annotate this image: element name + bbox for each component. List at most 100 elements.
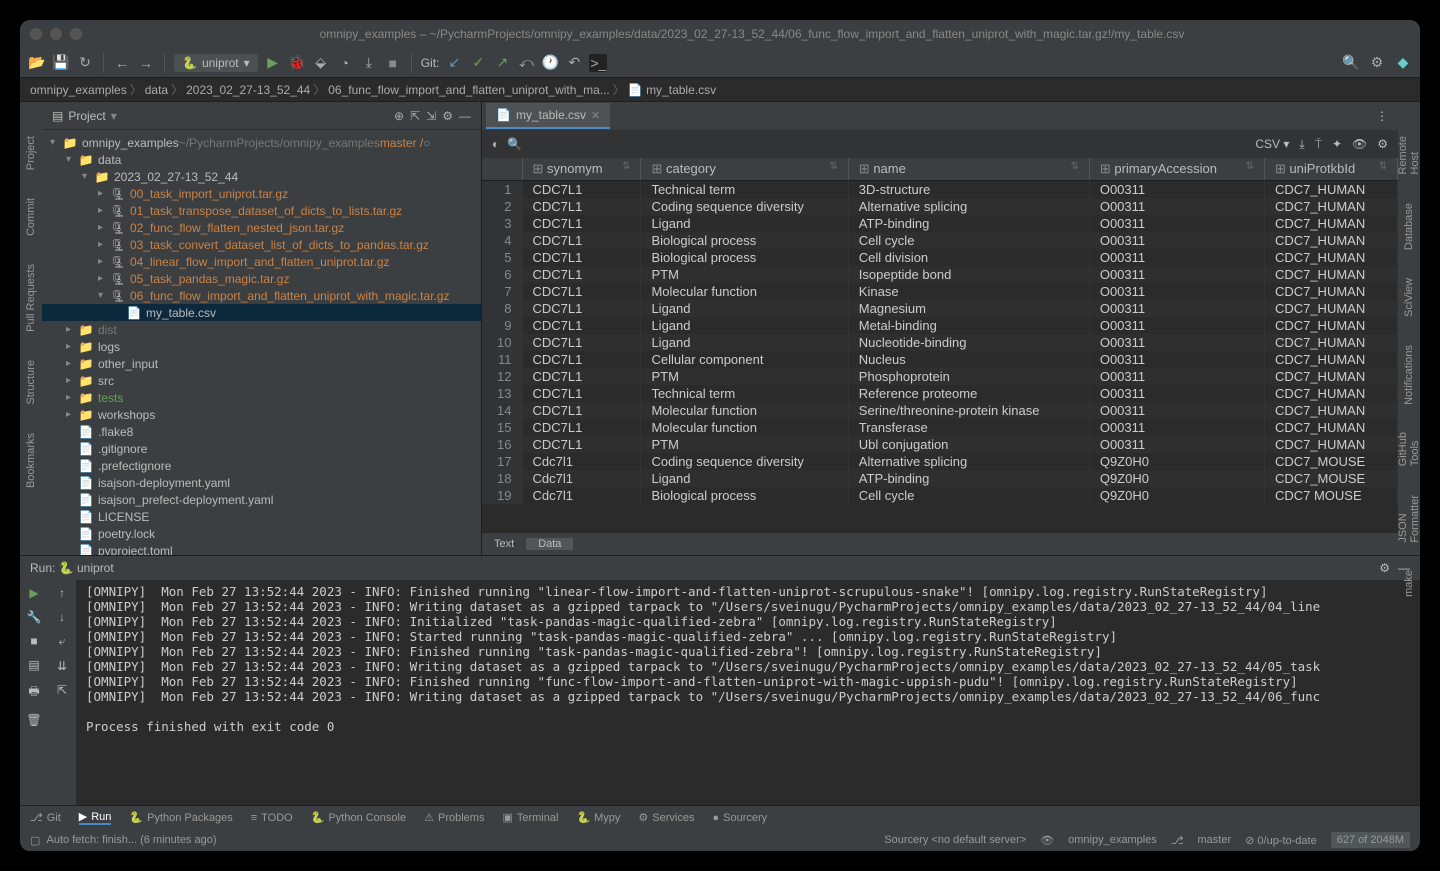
bottom-tab-terminal[interactable]: ▣Terminal bbox=[502, 811, 558, 824]
run-config-selector[interactable]: 🐍 uniprot ▾ bbox=[174, 54, 258, 72]
tree-item[interactable]: 📄.gitignore bbox=[42, 440, 481, 457]
debug-icon[interactable]: 🐞 bbox=[288, 54, 306, 72]
tree-item[interactable]: 📄.prefectignore bbox=[42, 457, 481, 474]
table-row[interactable]: 16CDC7L1PTMUbl conjugationO00311CDC7_HUM… bbox=[482, 436, 1398, 453]
table-row[interactable]: 12CDC7L1PTMPhosphoproteinO00311CDC7_HUMA… bbox=[482, 368, 1398, 385]
tree-item[interactable]: 📄LICENSE bbox=[42, 508, 481, 525]
open-icon[interactable]: 📂 bbox=[28, 54, 46, 72]
tree-item[interactable]: ▾📁2023_02_27-13_52_44 bbox=[42, 168, 481, 185]
tool-commit[interactable]: Commit bbox=[25, 194, 37, 240]
print-icon[interactable]: 🖶 bbox=[28, 682, 39, 703]
table-row[interactable]: 3CDC7L1LigandATP-bindingO00311CDC7_HUMAN bbox=[482, 215, 1398, 232]
table-row[interactable]: 6CDC7L1PTMIsopeptide bondO00311CDC7_HUMA… bbox=[482, 266, 1398, 283]
tool-make[interactable]: make bbox=[1403, 566, 1415, 601]
toolbox-icon[interactable]: ◆ bbox=[1394, 54, 1412, 72]
table-row[interactable]: 9CDC7L1LigandMetal-bindingO00311CDC7_HUM… bbox=[482, 317, 1398, 334]
git-clock-icon[interactable]: 🕐 bbox=[541, 54, 559, 72]
bottom-tab-sourcery[interactable]: ●Sourcery bbox=[712, 812, 767, 824]
breadcrumb-item[interactable]: 06_func_flow_import_and_flatten_uniprot_… bbox=[328, 83, 610, 97]
bottom-tab-run[interactable]: ▶Run bbox=[79, 810, 112, 825]
tool-window-icon[interactable]: ▢ bbox=[30, 834, 40, 847]
bottom-tab-services[interactable]: ⚙Services bbox=[638, 811, 694, 824]
console-output[interactable]: [OMNIPY] Mon Feb 27 13:52:44 2023 - INFO… bbox=[76, 580, 1420, 805]
download-icon[interactable]: ⤓ bbox=[1299, 137, 1304, 152]
table-row[interactable]: 1CDC7L1Technical term3D-structureO00311C… bbox=[482, 181, 1398, 199]
wrap-icon[interactable]: ⤶ bbox=[59, 634, 66, 649]
bottom-tab-problems[interactable]: ⚠Problems bbox=[424, 811, 484, 824]
tree-item[interactable]: 📄my_table.csv bbox=[42, 304, 481, 321]
status-project[interactable]: omnipy_examples bbox=[1068, 834, 1157, 846]
run-icon[interactable]: ▶ bbox=[264, 54, 282, 72]
tree-item[interactable]: ▾📁data bbox=[42, 151, 481, 168]
rerun-icon[interactable]: ▶ bbox=[29, 586, 38, 600]
status-memory[interactable]: 627 of 2048M bbox=[1331, 832, 1410, 848]
tree-item[interactable]: ▸🗜01_task_transpose_dataset_of_dicts_to_… bbox=[42, 202, 481, 219]
table-row[interactable]: 15CDC7L1Molecular functionTransferaseO00… bbox=[482, 419, 1398, 436]
breadcrumb-item[interactable]: 📄 my_table.csv bbox=[628, 83, 716, 97]
git-update-icon[interactable]: ↙ bbox=[445, 54, 463, 72]
hide-icon[interactable]: — bbox=[459, 109, 471, 123]
tree-item[interactable]: ▸🗜05_task_pandas_magic.tar.gz bbox=[42, 270, 481, 287]
terminal-icon[interactable]: >_ bbox=[589, 54, 607, 72]
tree-item[interactable]: 📄poetry.lock bbox=[42, 525, 481, 542]
bottom-tab-python-console[interactable]: 🐍Python Console bbox=[311, 811, 406, 824]
status-uptodate[interactable]: ⊘ 0/up-to-date bbox=[1245, 834, 1317, 847]
stop-icon[interactable]: ■ bbox=[30, 634, 37, 648]
csv-format-label[interactable]: CSV ▾ bbox=[1255, 137, 1289, 151]
scroll-icon[interactable]: ⇊ bbox=[57, 659, 67, 673]
stop-icon[interactable]: ■ bbox=[384, 54, 402, 72]
bottom-tab-git[interactable]: ⎇Git bbox=[30, 811, 61, 824]
gear-icon[interactable]: ⚙ bbox=[1377, 137, 1388, 151]
breadcrumb-item[interactable]: 2023_02_27-13_52_44 bbox=[186, 83, 310, 97]
table-row[interactable]: 13CDC7L1Technical termReference proteome… bbox=[482, 385, 1398, 402]
tree-item[interactable]: 📄pyproject.toml bbox=[42, 542, 481, 555]
bottom-tab-python-packages[interactable]: 🐍Python Packages bbox=[129, 811, 232, 824]
tool-notifications[interactable]: Notifications bbox=[1403, 341, 1415, 409]
forward-icon[interactable]: → bbox=[137, 54, 155, 72]
column-category[interactable]: ⊞ category⇅ bbox=[641, 158, 848, 181]
export-icon[interactable]: ⇱ bbox=[57, 683, 67, 697]
save-icon[interactable]: 💾 bbox=[52, 54, 70, 72]
git-push-icon[interactable]: ↗ bbox=[493, 54, 511, 72]
tree-item[interactable]: ▸📁other_input bbox=[42, 355, 481, 372]
coverage-icon[interactable]: ⬙ bbox=[312, 54, 330, 72]
editor-menu-icon[interactable]: ⋮ bbox=[1376, 109, 1398, 123]
tree-item[interactable]: ▸🗜00_task_import_uniprot.tar.gz bbox=[42, 185, 481, 202]
bottom-tab-mypy[interactable]: 🐍Mypy bbox=[576, 811, 620, 824]
sync-icon[interactable]: ↻ bbox=[76, 54, 94, 72]
search-icon[interactable]: 🔍 bbox=[1342, 54, 1360, 72]
breadcrumb-item[interactable]: omnipy_examples bbox=[30, 83, 127, 97]
tree-item[interactable]: ▾📁omnipy_examples ~/PycharmProjects/omni… bbox=[42, 134, 481, 151]
locate-icon[interactable]: ⊕ bbox=[394, 109, 404, 123]
tool-database[interactable]: Database bbox=[1403, 199, 1415, 254]
tool-json-formatter[interactable]: JSON Formatter bbox=[1397, 491, 1420, 547]
filter-icon[interactable]: ⍑ bbox=[1315, 137, 1322, 152]
git-rollback-icon[interactable]: ↶ bbox=[565, 54, 583, 72]
tool-structure[interactable]: Structure bbox=[25, 356, 37, 409]
tree-item[interactable]: ▸📁src bbox=[42, 372, 481, 389]
tree-item[interactable]: ▸🗜02_func_flow_flatten_nested_json.tar.g… bbox=[42, 219, 481, 236]
tool-project[interactable]: Project bbox=[25, 132, 37, 174]
tree-item[interactable]: ▸🗜04_linear_flow_import_and_flatten_unip… bbox=[42, 253, 481, 270]
git-commit-icon[interactable]: ✓ bbox=[469, 54, 487, 72]
tree-item[interactable]: ▸📁dist bbox=[42, 321, 481, 338]
table-row[interactable]: 10CDC7L1LigandNucleotide-bindingO00311CD… bbox=[482, 334, 1398, 351]
tab-my-table[interactable]: 📄 my_table.csv ✕ bbox=[486, 103, 610, 129]
sparkle-icon[interactable]: ✦ bbox=[1332, 137, 1342, 151]
eye-icon[interactable]: 👁 bbox=[1352, 137, 1367, 151]
tree-item[interactable]: ▾🗜06_func_flow_import_and_flatten_unipro… bbox=[42, 287, 481, 304]
bottom-tab-todo[interactable]: ≡TODO bbox=[251, 812, 293, 824]
status-branch[interactable]: master bbox=[1198, 834, 1232, 846]
git-history-icon[interactable]: ⤺ bbox=[517, 54, 535, 72]
tool-bookmarks[interactable]: Bookmarks bbox=[25, 429, 37, 492]
toggle-icon[interactable]: ◐ bbox=[492, 137, 499, 151]
tool-github-tools[interactable]: GitHub Tools bbox=[1397, 428, 1420, 470]
project-tree[interactable]: ▾📁omnipy_examples ~/PycharmProjects/omni… bbox=[42, 130, 481, 555]
tree-item[interactable]: 📄isajson_prefect-deployment.yaml bbox=[42, 491, 481, 508]
text-tab[interactable]: Text bbox=[482, 538, 526, 550]
gear-icon[interactable]: ⚙ bbox=[1379, 561, 1390, 575]
down-icon[interactable]: ↓ bbox=[59, 610, 65, 624]
tree-item[interactable]: 📄.flake8 bbox=[42, 423, 481, 440]
table-row[interactable]: 7CDC7L1Molecular functionKinaseO00311CDC… bbox=[482, 283, 1398, 300]
gear-icon[interactable]: ⚙ bbox=[442, 109, 453, 123]
